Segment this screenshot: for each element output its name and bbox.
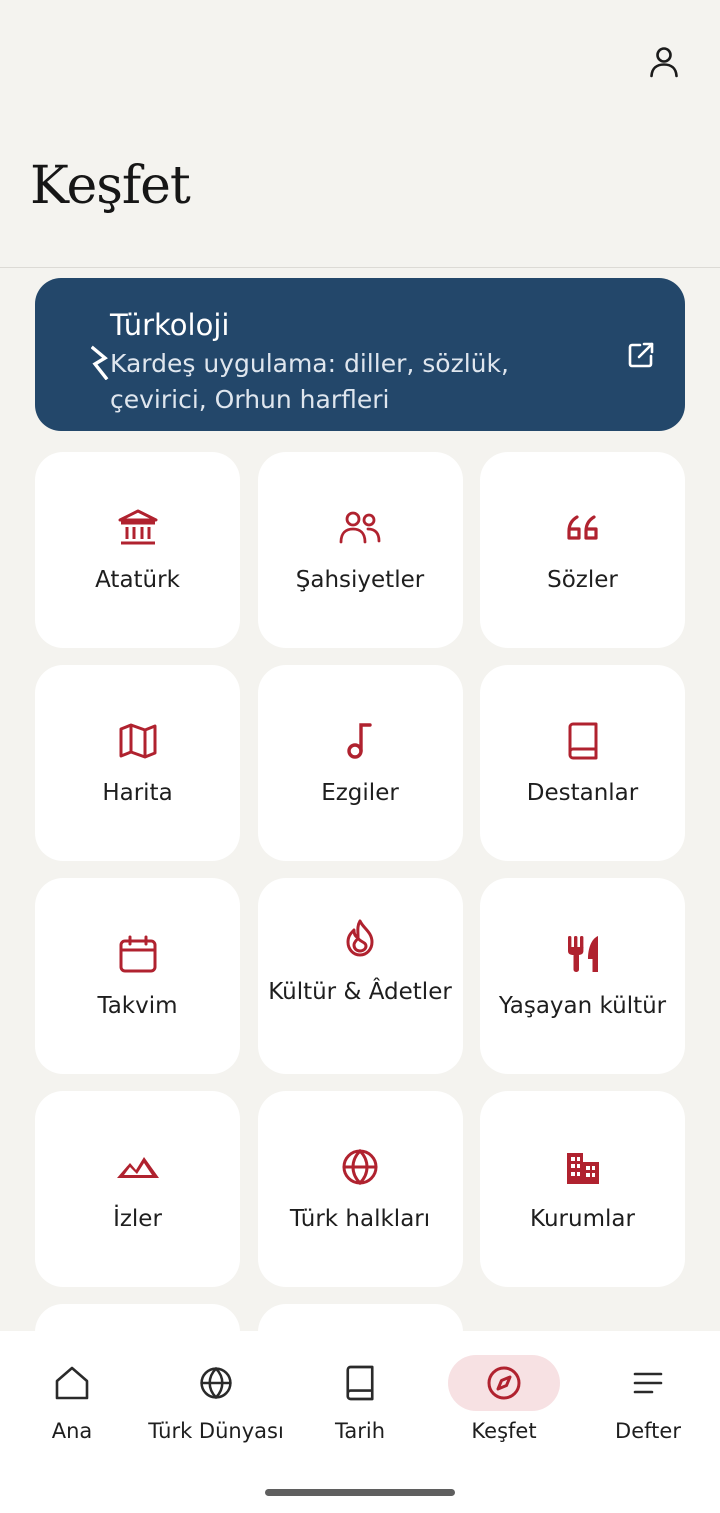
book-icon xyxy=(568,722,597,760)
map-icon xyxy=(119,723,156,759)
tile-kurumlar[interactable]: Kurumlar xyxy=(480,1091,685,1287)
nav-label: Türk Dünyası xyxy=(148,1419,284,1443)
tile-label: Harita xyxy=(102,780,173,806)
tile-label: Yaşayan kültür xyxy=(498,993,667,1019)
nav-label: Tarih xyxy=(335,1419,385,1443)
people-icon xyxy=(339,511,381,544)
mountain-icon xyxy=(116,1157,159,1178)
person-icon xyxy=(650,47,678,78)
tile-turk-halklari[interactable]: Türk halkları xyxy=(257,1091,463,1287)
tile-sozler[interactable]: Sözler xyxy=(480,452,685,648)
calendar-icon xyxy=(119,935,156,973)
music-note-icon xyxy=(347,723,372,759)
nav-label: Keşfet xyxy=(471,1419,537,1443)
explore-grid: Atatürk Şahsiyetler Sözler Harita Ezgile… xyxy=(35,452,685,1331)
nav-label: Ana xyxy=(51,1419,93,1443)
globe-icon xyxy=(200,1366,232,1400)
tile-partial-1[interactable] xyxy=(35,1304,240,1331)
tile-label: Takvim xyxy=(97,993,178,1019)
flame-icon xyxy=(346,919,374,957)
external-link-icon xyxy=(628,342,654,368)
book-icon xyxy=(346,1365,374,1401)
bottom-navigation: Ana Türk Dünyası Tarih Keşfet Defter xyxy=(0,1331,720,1513)
top-app-bar: Keşfet xyxy=(0,0,720,268)
tile-ataturk[interactable]: Atatürk xyxy=(35,452,240,648)
tile-label: Ezgiler xyxy=(321,780,399,806)
banner-title: Türkoloji xyxy=(110,308,230,342)
tile-izler[interactable]: İzler xyxy=(35,1091,240,1287)
nav-turk-dunyasi[interactable]: Türk Dünyası xyxy=(144,1355,288,1455)
nav-defter[interactable]: Defter xyxy=(576,1355,720,1455)
quote-icon xyxy=(566,515,598,540)
tile-label: Kültür & Âdetler xyxy=(268,979,452,1005)
banner-subtitle: Kardeş uygulama: diller, sözlük, çeviric… xyxy=(110,349,509,414)
page-title: Keşfet xyxy=(30,156,191,216)
tile-label: Atatürk xyxy=(95,567,180,593)
tile-label: Türk halkları xyxy=(289,1206,431,1232)
tile-sahsiyetler[interactable]: Şahsiyetler xyxy=(257,452,463,648)
explore-content[interactable]: Türkoloji Kardeş uygulama: diller, sözlü… xyxy=(0,269,720,1331)
tile-harita[interactable]: Harita xyxy=(35,665,240,861)
tile-label: Destanlar xyxy=(526,780,639,806)
nav-active-indicator xyxy=(448,1355,560,1411)
home-icon xyxy=(55,1366,89,1400)
tile-destanlar[interactable]: Destanlar xyxy=(480,665,685,861)
utensils-icon xyxy=(567,936,598,972)
nav-tarih[interactable]: Tarih xyxy=(288,1355,432,1455)
turkoloji-banner[interactable]: Türkoloji Kardeş uygulama: diller, sözlü… xyxy=(35,278,685,431)
system-home-indicator[interactable] xyxy=(265,1489,455,1496)
tile-kultur-adetler[interactable]: Kültür & Âdetler xyxy=(257,878,463,1074)
nav-ana[interactable]: Ana xyxy=(0,1355,144,1455)
tile-partial-2[interactable] xyxy=(257,1304,463,1331)
tile-label: Şahsiyetler xyxy=(295,567,425,593)
tile-label: Kurumlar xyxy=(530,1206,635,1232)
nav-label: Defter xyxy=(615,1419,681,1443)
nav-kesfet[interactable]: Keşfet xyxy=(432,1355,576,1455)
compass-icon xyxy=(487,1366,521,1400)
globe-icon xyxy=(342,1148,378,1186)
tile-ezgiler[interactable]: Ezgiler xyxy=(257,665,463,861)
menu-lines-icon xyxy=(633,1372,663,1394)
tile-takvim[interactable]: Takvim xyxy=(35,878,240,1074)
tile-yasayan-kultur[interactable]: Yaşayan kültür xyxy=(480,878,685,1074)
museum-icon xyxy=(118,509,157,545)
tile-label: Sözler xyxy=(547,567,618,593)
tile-label: İzler xyxy=(113,1206,162,1232)
profile-button[interactable] xyxy=(640,38,688,86)
building-icon xyxy=(566,1153,599,1184)
